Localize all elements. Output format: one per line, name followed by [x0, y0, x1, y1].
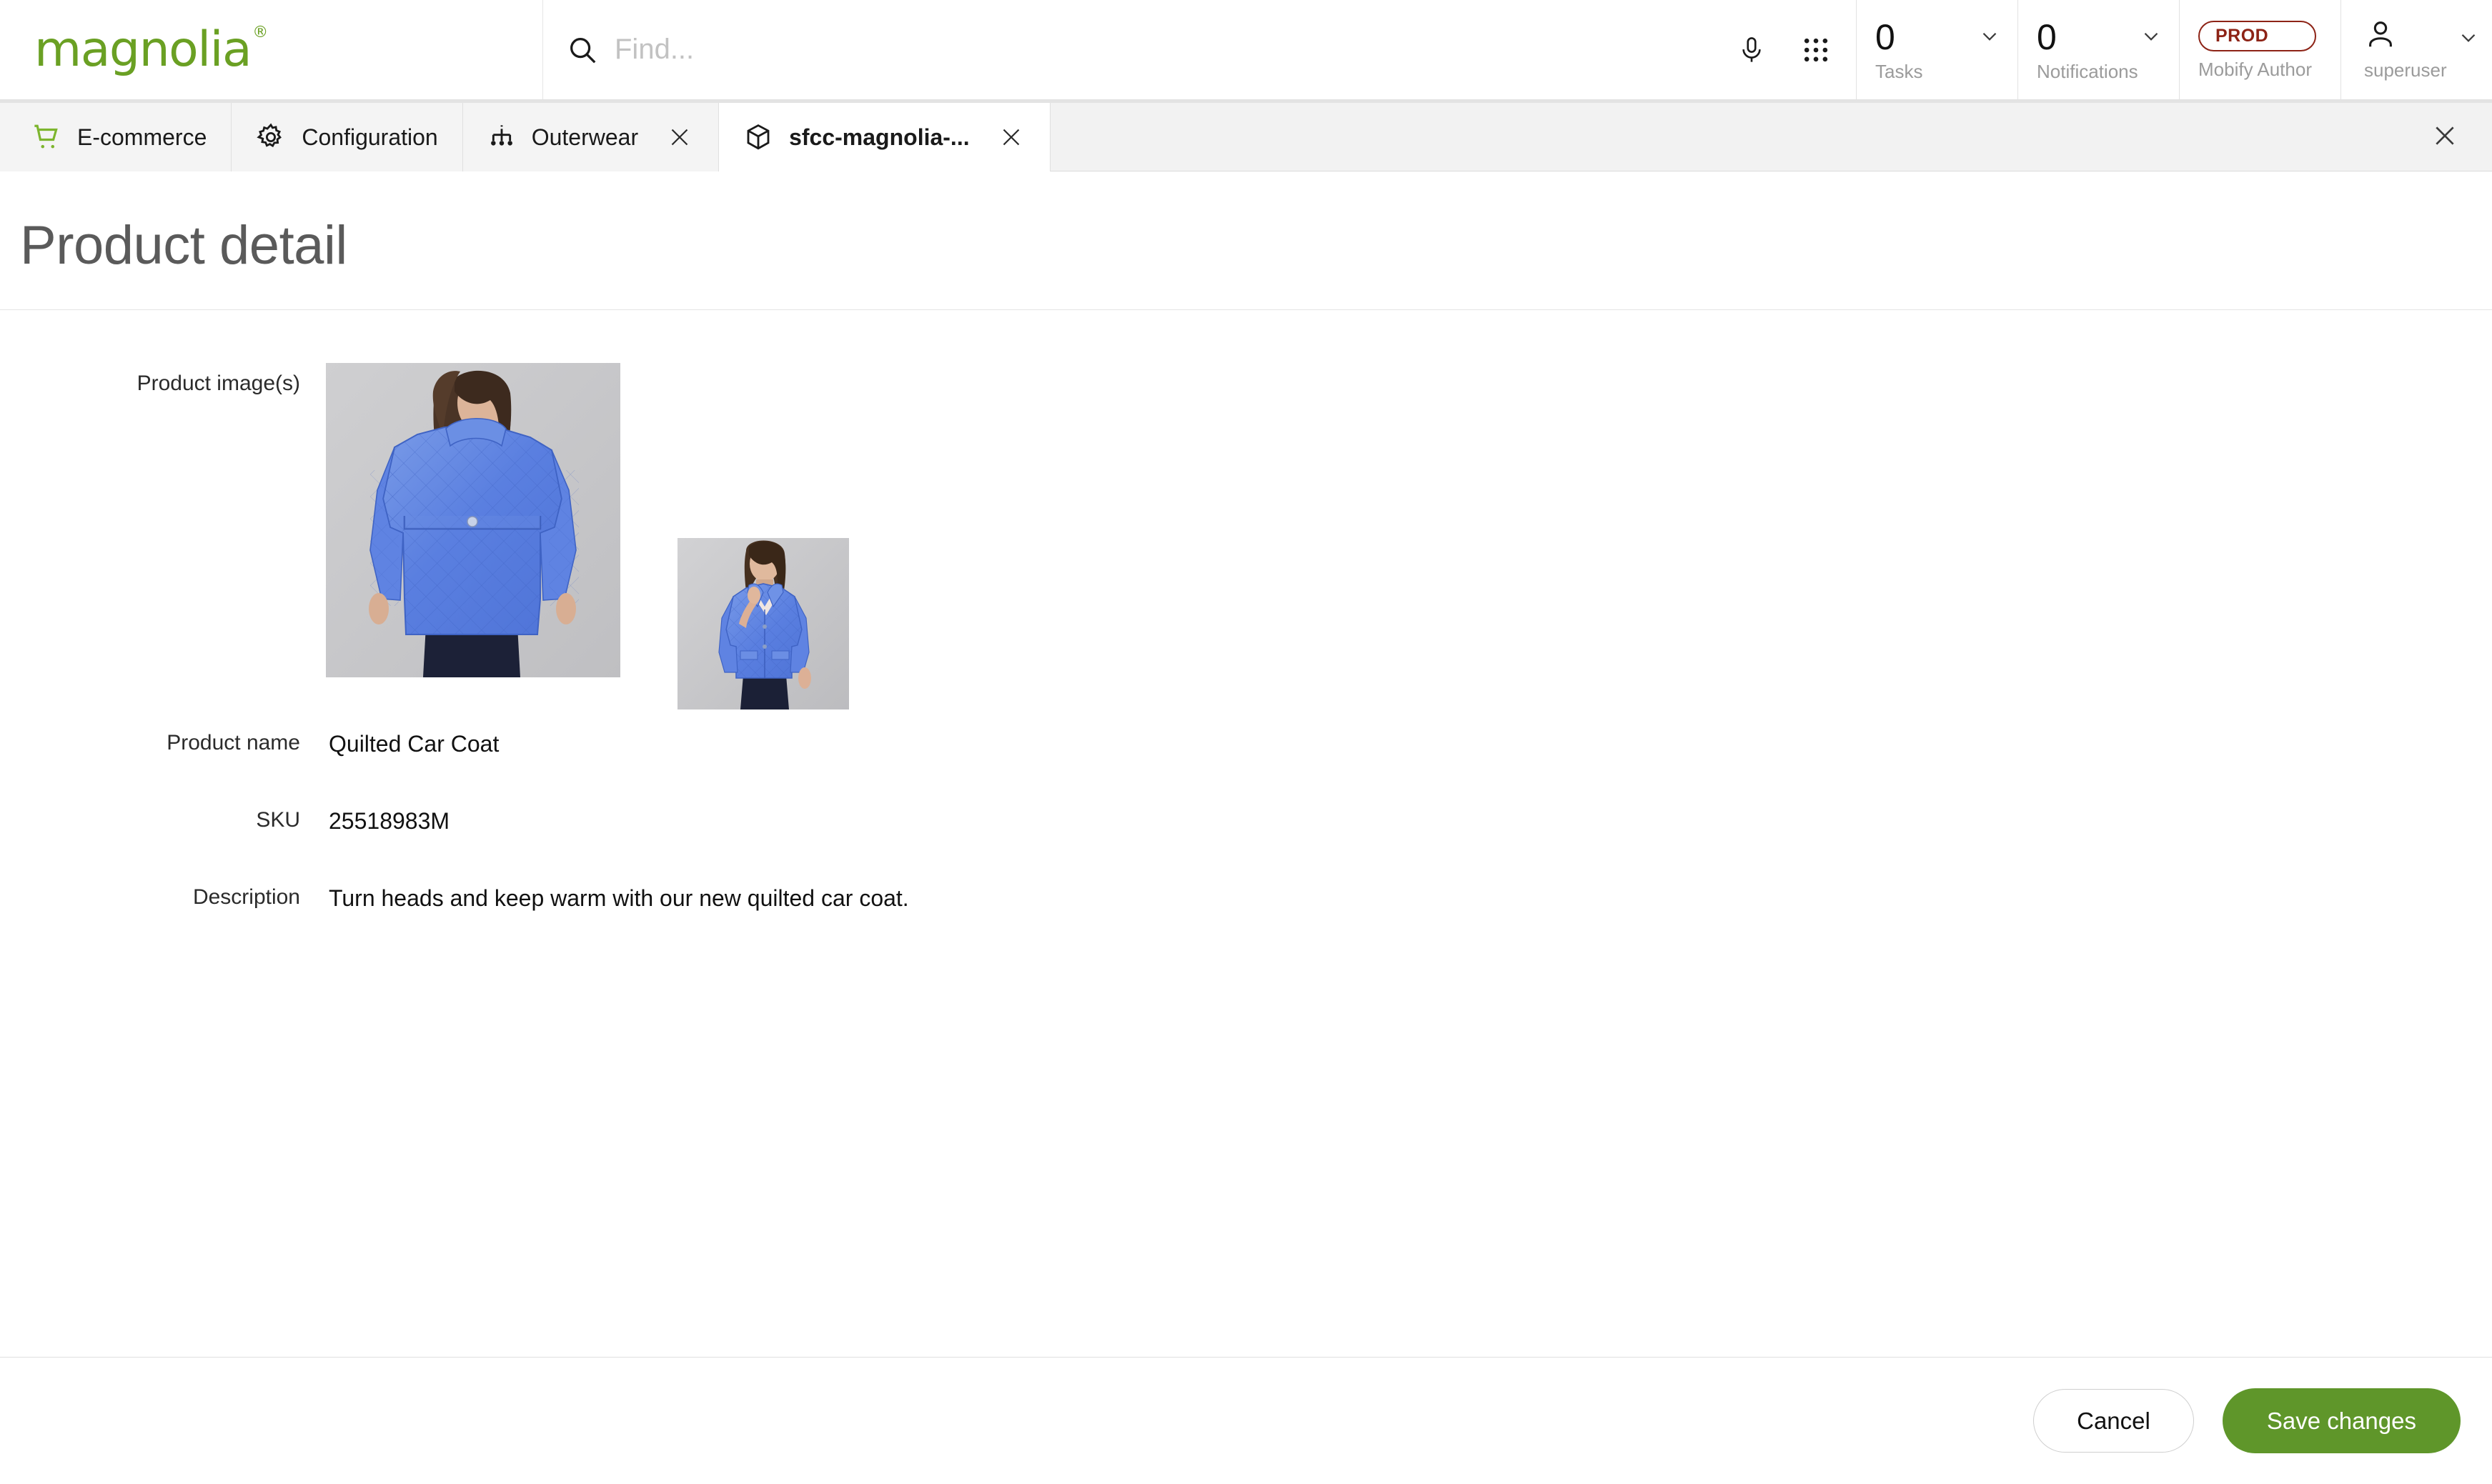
gear-icon: [256, 122, 286, 152]
product-image-gallery: [300, 363, 849, 709]
user-name-label: superuser: [2364, 59, 2447, 81]
global-search[interactable]: [543, 0, 1732, 99]
field-description: Description Turn heads and keep warm wit…: [0, 887, 2492, 910]
tab-bar: E-commerce Configuration: [0, 100, 2492, 171]
magnolia-app-window: magnolia®: [0, 0, 2492, 1484]
tab-close-icon[interactable]: [665, 123, 694, 151]
apps-grid-icon[interactable]: [1796, 30, 1836, 70]
tab-label: Configuration: [302, 124, 437, 151]
microphone-icon[interactable]: [1732, 30, 1772, 70]
brand-logo[interactable]: magnolia®: [0, 0, 543, 99]
tab-outerwear[interactable]: Outerwear: [463, 103, 719, 171]
chevron-down-icon[interactable]: [2139, 24, 2163, 49]
product-detail-page: Product detail Product image(s): [0, 171, 2492, 1484]
environment-label: Mobify Author: [2198, 60, 2316, 79]
product-detail-form: Product image(s): [0, 310, 2492, 1357]
notifications-label: Notifications: [2037, 62, 2155, 81]
user-avatar-icon: [2364, 18, 2397, 51]
field-value[interactable]: 25518983M: [300, 810, 450, 832]
logo-text: magnolia®: [34, 26, 266, 74]
save-changes-button[interactable]: Save changes: [2223, 1388, 2461, 1453]
tab-close-icon[interactable]: [997, 123, 1026, 151]
shopping-cart-icon: [31, 122, 61, 152]
user-menu[interactable]: superuser: [2340, 0, 2492, 99]
cancel-button[interactable]: Cancel: [2033, 1389, 2194, 1453]
status-badge: PROD: [2198, 21, 2316, 51]
tab-label: Outerwear: [532, 124, 638, 151]
chevron-down-icon[interactable]: [2456, 26, 2481, 50]
field-label: SKU: [0, 810, 300, 831]
environment-selector[interactable]: PROD Mobify Author: [2179, 0, 2340, 99]
tab-configuration[interactable]: Configuration: [232, 103, 462, 171]
form-action-bar: Cancel Save changes: [0, 1357, 2492, 1484]
logo-registered-mark: ®: [252, 24, 267, 41]
tasks-label: Tasks: [1875, 62, 1993, 81]
notifications-count: 0: [2037, 19, 2155, 55]
field-label: Product name: [0, 732, 300, 754]
tasks-count: 0: [1875, 19, 1993, 55]
tab-list: E-commerce Configuration: [0, 103, 1051, 171]
cube-icon: [743, 122, 773, 152]
sitemap-icon: [487, 123, 516, 151]
tab-label: E-commerce: [77, 124, 207, 151]
field-value[interactable]: Quilted Car Coat: [300, 732, 499, 755]
field-product-images: Product image(s): [0, 363, 2492, 709]
tab-sfcc-magnolia[interactable]: sfcc-magnolia-...: [719, 103, 1051, 171]
search-input[interactable]: [615, 34, 1258, 66]
header-icon-group: [1732, 0, 1856, 99]
notifications-menu[interactable]: 0 Notifications: [2017, 0, 2179, 99]
field-value[interactable]: Turn heads and keep warm with our new qu…: [300, 887, 909, 910]
page-header: Product detail: [0, 171, 2492, 310]
tasks-menu[interactable]: 0 Tasks: [1856, 0, 2017, 99]
app-header: magnolia®: [0, 0, 2492, 100]
field-sku: SKU 25518983M: [0, 810, 2492, 832]
field-label: Product image(s): [0, 363, 300, 394]
close-icon[interactable]: [2429, 120, 2461, 151]
chevron-down-icon[interactable]: [1977, 24, 2002, 49]
product-image-secondary[interactable]: [677, 538, 849, 709]
logo-wordmark: magnolia: [34, 21, 251, 78]
product-image-primary[interactable]: [326, 363, 620, 677]
field-label: Description: [0, 887, 300, 908]
page-title: Product detail: [20, 214, 2492, 277]
tab-label: sfcc-magnolia-...: [789, 124, 970, 151]
tab-e-commerce[interactable]: E-commerce: [0, 103, 232, 171]
field-product-name: Product name Quilted Car Coat: [0, 732, 2492, 755]
search-icon: [566, 34, 599, 66]
